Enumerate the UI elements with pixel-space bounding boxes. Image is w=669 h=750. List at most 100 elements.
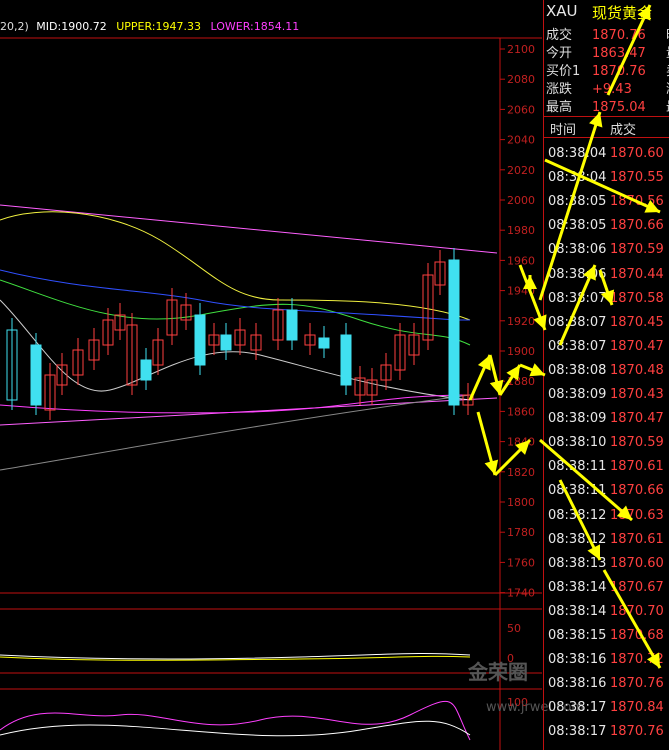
quote-value: 1870.76 xyxy=(592,28,646,43)
price-label: 1880 xyxy=(507,375,535,388)
tick-price: 1870.58 xyxy=(610,290,664,306)
tick-time: 08:38:11 xyxy=(548,483,607,499)
ticks-header: 时间 成交 xyxy=(544,116,669,138)
trend-line-lower xyxy=(0,397,498,426)
tick-price: 1870.60 xyxy=(610,146,664,161)
tick-row[interactable]: 08:38:17 1870.76 xyxy=(548,724,664,739)
tick-row[interactable]: 08:38:06 1870.59 xyxy=(548,242,664,257)
ma-grey-line xyxy=(0,394,471,471)
quote-label: 今开 xyxy=(546,46,573,61)
chart-canvas[interactable]: 2100 2080 2060 2040 2020 2000 1980 1960 1940 1920… xyxy=(0,0,542,750)
sub2-white-line xyxy=(0,720,471,737)
tick-time: 08:38:14 xyxy=(548,579,607,595)
quote-value: 1870.76 xyxy=(592,64,646,79)
price-label: 2060 xyxy=(507,103,535,116)
quote-value: +9.43 xyxy=(592,82,632,97)
price-label: 2020 xyxy=(507,164,535,177)
sub-axis-label: 50 xyxy=(507,622,521,635)
tick-price: 1870.47 xyxy=(610,338,664,354)
quote-value: 1863.47 xyxy=(592,46,646,61)
price-label: 2080 xyxy=(507,73,535,86)
tick-time: 08:38:12 xyxy=(548,507,607,523)
tick-time: 08:38:09 xyxy=(548,387,607,402)
tick-row[interactable]: 08:38:08 1870.48 xyxy=(548,363,664,378)
tick-price: 1870.43 xyxy=(610,387,664,402)
quote-label: 涨跌 xyxy=(546,82,573,97)
tick-time: 08:38:05 xyxy=(548,218,607,234)
tick-row[interactable]: 08:38:14 1870.70 xyxy=(548,604,664,619)
quote-label: 买价1 xyxy=(546,64,581,79)
candlestick-chart-pane[interactable]: 20,2) MID:1900.72 UPPER:1947.33 LOWER:18… xyxy=(0,0,584,750)
tick-price: 1870.56 xyxy=(610,194,664,210)
tick-row[interactable]: 08:38:11 1870.66 xyxy=(548,483,664,498)
tick-time: 08:38:16 xyxy=(548,652,607,668)
symbol-name: 现货黄金 xyxy=(592,4,653,22)
ticks-header-time: 时间 xyxy=(550,123,577,138)
tick-row[interactable]: 08:38:09 1870.43 xyxy=(548,387,664,402)
tick-row[interactable]: 08:38:12 1870.63 xyxy=(548,508,664,523)
tick-price: 1870.48 xyxy=(610,362,664,378)
tick-time: 08:38:05 xyxy=(548,194,607,210)
candle-body xyxy=(30,344,42,406)
tick-price: 1870.76 xyxy=(610,676,664,692)
tick-price: 1870.66 xyxy=(610,218,664,234)
tick-price: 1870.59 xyxy=(610,435,664,451)
tick-row[interactable]: 08:38:15 1870.68 xyxy=(548,628,664,643)
tick-row[interactable]: 08:38:16 1870.72 xyxy=(548,652,664,667)
tick-row[interactable]: 08:38:07 1870.47 xyxy=(548,339,664,354)
tick-row[interactable]: 08:38:07 1870.45 xyxy=(548,315,664,330)
tick-row[interactable]: 08:38:09 1870.47 xyxy=(548,411,664,426)
price-label: 1860 xyxy=(507,405,535,418)
price-label: 1980 xyxy=(507,224,535,237)
quote-label: 最高 xyxy=(546,100,573,115)
quote-value: 1875.04 xyxy=(592,100,646,115)
candle-body xyxy=(220,334,232,351)
tick-row[interactable]: 08:38:07 1870.58 xyxy=(548,291,664,306)
tick-time: 08:38:17 xyxy=(548,700,607,716)
tick-time: 08:38:13 xyxy=(548,555,607,571)
tick-row[interactable]: 08:38:05 1870.66 xyxy=(548,218,664,233)
tick-price: 1870.55 xyxy=(610,170,664,186)
tick-price: 1870.68 xyxy=(610,628,664,643)
tick-time: 08:38:07 xyxy=(548,338,607,354)
quote-row: 最高1875.04最 xyxy=(546,96,669,115)
tick-row[interactable]: 08:38:17 1870.84 xyxy=(548,700,664,715)
tick-row[interactable]: 08:38:14 1870.67 xyxy=(548,580,664,595)
tick-row[interactable]: 08:38:13 1870.60 xyxy=(548,556,664,571)
candle-body xyxy=(140,359,152,381)
quote-row: 成交1870.76时 xyxy=(546,24,669,43)
tick-row[interactable]: 08:38:04 1870.55 xyxy=(548,170,664,185)
price-label: 1760 xyxy=(507,556,535,569)
candle-body xyxy=(286,309,298,341)
quote-label: 成交 xyxy=(546,28,573,43)
tick-row[interactable]: 08:38:06 1870.44 xyxy=(548,267,664,282)
price-label: 1840 xyxy=(507,436,535,449)
tick-row[interactable]: 08:38:16 1870.76 xyxy=(548,676,664,691)
watermark-logo: 金荣圈 xyxy=(468,660,528,684)
tick-price: 1870.70 xyxy=(610,603,664,619)
tick-time: 08:38:12 xyxy=(548,531,607,547)
ma-blue-line xyxy=(0,269,471,321)
tick-price: 1870.72 xyxy=(610,652,664,668)
tick-time: 08:38:04 xyxy=(548,170,607,186)
tick-time: 08:38:06 xyxy=(548,242,607,258)
symbol-code: XAU xyxy=(546,2,578,20)
tick-row[interactable]: 08:38:04 1870.60 xyxy=(548,146,664,161)
tick-row[interactable]: 08:38:11 1870.61 xyxy=(548,459,664,474)
tick-time: 08:38:10 xyxy=(548,435,607,451)
price-label: 2000 xyxy=(507,194,535,207)
price-label: 2100 xyxy=(507,43,535,56)
tick-price: 1870.67 xyxy=(610,579,664,595)
tick-time: 08:38:16 xyxy=(548,676,607,692)
tick-time: 08:38:11 xyxy=(548,459,607,475)
tick-row[interactable]: 08:38:12 1870.61 xyxy=(548,532,664,547)
price-label: 2040 xyxy=(507,134,535,147)
tick-time: 08:38:07 xyxy=(548,290,607,306)
tick-time: 08:38:09 xyxy=(548,411,607,427)
candle-body xyxy=(194,314,206,366)
tick-row[interactable]: 08:38:10 1870.59 xyxy=(548,435,664,450)
tick-row[interactable]: 08:38:05 1870.56 xyxy=(548,194,664,209)
price-label: 1940 xyxy=(507,285,535,298)
tick-price: 1870.66 xyxy=(610,483,664,499)
quote-row: 买价11870.76卖 xyxy=(546,60,669,79)
